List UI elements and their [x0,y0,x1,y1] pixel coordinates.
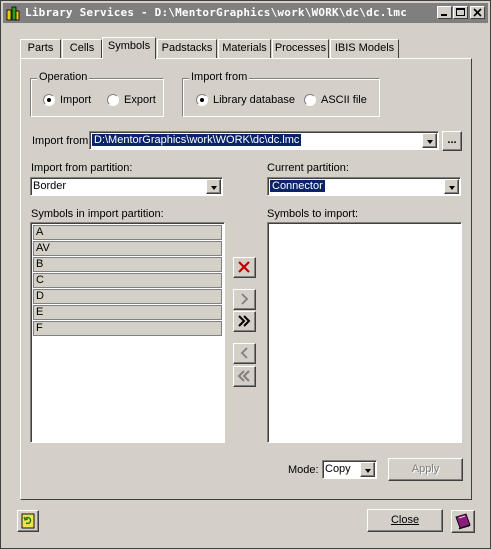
tab-label: IBIS Models [334,42,395,54]
library-database-label: Library database [213,94,295,106]
chevron-right-icon [241,293,249,305]
import-partition-label: Import from partition: [31,162,133,174]
ascii-file-label: ASCII file [321,94,367,106]
tab-processes[interactable]: Processes [272,39,329,58]
current-partition-combo[interactable]: Connector [267,177,461,196]
tab-label: Processes [274,42,327,54]
dropdown-arrow-icon[interactable] [422,133,437,148]
delete-button[interactable] [233,257,256,278]
library-services-window: Library Services - D:\MentorGraphics\wor… [0,0,491,549]
help-button[interactable] [451,510,475,533]
ascii-file-radio[interactable] [304,94,316,106]
export-radio-label: Export [124,94,156,106]
minimize-button[interactable] [437,6,452,19]
title-bar[interactable]: Library Services - D:\MentorGraphics\wor… [3,3,488,23]
import-from-path-label: Import from: [32,135,92,147]
symbols-list-label: Symbols in import partition: [31,208,164,220]
refresh-button[interactable] [17,510,39,532]
current-partition-label: Current partition: [267,162,349,174]
help-book-icon [455,513,471,530]
tab-label: Materials [222,42,267,54]
maximize-icon [456,8,465,16]
app-icon [6,6,20,21]
list-item[interactable]: E [33,305,222,320]
dropdown-arrow-icon[interactable] [206,179,221,194]
tab-label: Parts [27,42,54,54]
tab-symbols[interactable]: Symbols [102,37,156,59]
library-database-radio[interactable] [196,94,208,106]
list-item[interactable]: D [33,289,222,304]
dropdown-arrow-icon[interactable] [444,179,459,194]
tab-ibis-models[interactable]: IBIS Models [330,39,399,58]
refresh-document-icon [21,513,35,529]
tab-cells[interactable]: Cells [62,39,102,58]
import-partition-value: Border [33,180,67,192]
window-title: Library Services - D:\MentorGraphics\wor… [25,6,408,19]
import-radio[interactable] [43,94,55,106]
import-radio-label: Import [60,94,92,106]
symbols-to-import-list[interactable] [267,222,462,443]
tab-parts[interactable]: Parts [20,39,61,58]
red-x-icon [238,261,250,273]
close-window-button[interactable] [470,6,485,19]
remove-all-button[interactable] [233,366,256,387]
double-chevron-right-icon [238,315,251,327]
export-radio[interactable] [107,94,119,106]
tab-padstacks[interactable]: Padstacks [157,39,217,58]
symbols-list[interactable]: A AV B C D E F [30,222,225,443]
dropdown-arrow-icon[interactable] [360,462,375,477]
list-item[interactable]: F [33,321,222,336]
radio-selected-dot [200,98,204,102]
import-path-value: D:\MentorGraphics\work\WORK\dc\dc.lmc [92,134,302,146]
add-button[interactable] [233,289,256,310]
close-icon [473,8,482,17]
mode-label: Mode: [288,464,319,476]
symbols-to-import-label: Symbols to import: [267,208,359,220]
import-from-group-label: Import from [189,71,250,83]
list-item[interactable]: B [33,257,222,272]
mode-value: Copy [325,463,351,475]
import-partition-combo[interactable]: Border [30,177,223,196]
operation-group-label: Operation [37,71,90,83]
radio-selected-dot [47,98,51,102]
import-path-combo[interactable]: D:\MentorGraphics\work\WORK\dc\dc.lmc [89,131,439,150]
list-item[interactable]: A [33,225,222,240]
double-chevron-left-icon [237,370,250,382]
mode-combo[interactable]: Copy [322,460,377,479]
maximize-button[interactable] [453,6,468,19]
apply-button[interactable]: Apply [388,458,463,481]
close-button[interactable]: Close [367,509,443,532]
tab-label: Symbols [107,40,151,52]
add-all-button[interactable] [233,311,256,332]
browse-button[interactable]: ... [442,131,462,151]
chevron-left-icon [240,347,248,359]
tab-materials[interactable]: Materials [218,39,271,58]
minimize-icon [441,14,447,16]
current-partition-value: Connector [270,180,325,192]
tab-label: Cells [69,42,95,54]
list-item[interactable]: AV [33,241,222,256]
remove-button[interactable] [233,343,256,364]
list-item[interactable]: C [33,273,222,288]
tab-label: Padstacks [161,42,213,54]
